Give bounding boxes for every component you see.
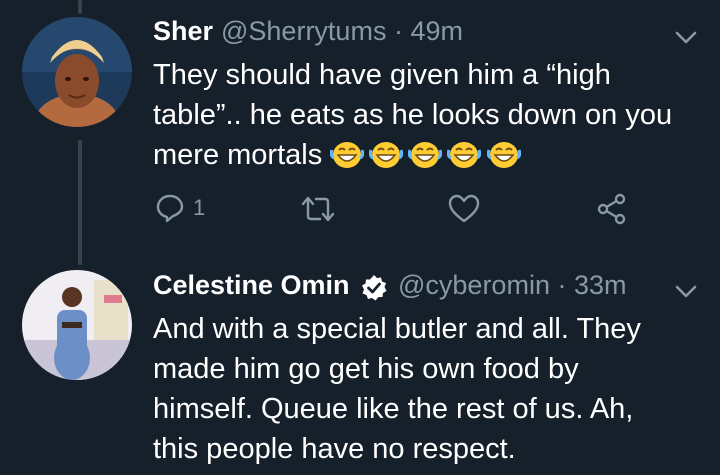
retweet-icon	[301, 196, 335, 222]
tweet-text: They should have given him a “high table…	[153, 55, 698, 175]
tears-of-joy-emoji-icon	[330, 142, 365, 168]
author-handle[interactable]: @Sherrytums	[221, 16, 386, 46]
chevron-down-icon[interactable]	[673, 278, 699, 304]
chevron-down-icon[interactable]	[673, 24, 699, 50]
retweet-button[interactable]	[300, 194, 336, 224]
author-name[interactable]: Celestine Omin	[153, 270, 350, 301]
timestamp[interactable]: 49m	[410, 16, 463, 46]
author-handle-and-time: @Sherrytums · 49m	[221, 16, 463, 47]
separator: ·	[393, 16, 403, 46]
share-icon	[597, 193, 626, 225]
share-button[interactable]	[596, 193, 628, 225]
laughing-emoji-row	[330, 139, 521, 171]
tweet-text: And with a special butler and all. They …	[153, 313, 641, 465]
verified-badge-icon	[362, 275, 387, 301]
author-handle-and-time: @cyberomin · 33m	[398, 270, 627, 301]
avatar[interactable]	[22, 17, 132, 127]
thread-line	[78, 140, 82, 265]
reply-icon	[156, 194, 184, 223]
reply-button[interactable]: 1	[155, 193, 205, 223]
author-handle[interactable]: @cyberomin	[398, 270, 550, 300]
thread-line-top	[78, 0, 82, 14]
author-name[interactable]: Sher	[153, 16, 213, 47]
tears-of-joy-emoji-icon	[369, 142, 404, 168]
heart-icon	[448, 194, 480, 223]
tears-of-joy-emoji-icon	[486, 142, 521, 168]
like-button[interactable]	[448, 194, 480, 224]
tears-of-joy-emoji-icon	[447, 142, 482, 168]
reply-count: 1	[193, 195, 206, 220]
separator: ·	[557, 270, 567, 300]
timestamp[interactable]: 33m	[574, 270, 627, 300]
avatar[interactable]	[22, 270, 132, 380]
tears-of-joy-emoji-icon	[408, 142, 443, 168]
